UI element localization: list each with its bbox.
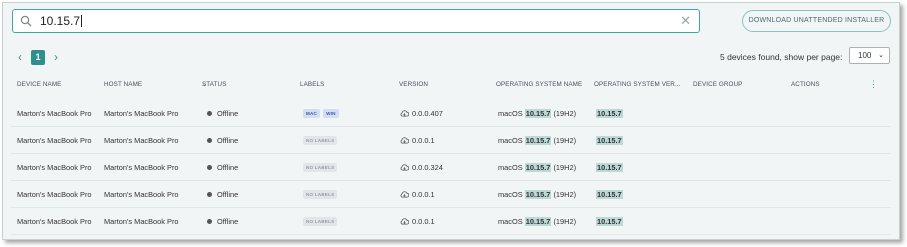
column-host-name[interactable]: HOST NAME: [104, 81, 142, 88]
table-row[interactable]: Marton's MacBook Pro Marton's MacBook Pr…: [11, 127, 891, 154]
labels-cell: NO LABELS: [303, 189, 340, 199]
text-caret: [81, 15, 83, 27]
chevron-down-icon: ⌄: [202, 81, 208, 88]
label-badge: MAC: [303, 109, 321, 118]
os-version-cell: 10.15.7: [596, 136, 623, 145]
os-name-cell: macOS 10.15.7 (19H2): [498, 217, 577, 226]
label-badge: WIN: [323, 109, 339, 118]
table-header: DEVICE NAME HOST NAME STATUS ⌄ LABELS VE…: [17, 79, 879, 90]
search-highlight: 10.15.7: [524, 136, 552, 145]
label-badge: NO LABELS: [303, 190, 338, 199]
os-name-cell: macOS 10.15.7 (19H2): [498, 136, 577, 145]
chevron-right-icon[interactable]: ›: [50, 50, 62, 64]
cloud-icon: [400, 164, 409, 171]
column-version[interactable]: VERSION: [399, 81, 428, 88]
column-os-name[interactable]: OPERATING SYSTEM NAME: [496, 81, 582, 88]
search-highlight: 10.15.7: [524, 163, 552, 172]
os-version-cell: 10.15.7: [596, 163, 623, 172]
close-icon[interactable]: ✕: [680, 13, 691, 29]
table-row[interactable]: Marton's MacBook Pro Marton's MacBook Pr…: [11, 208, 891, 235]
device-name-cell[interactable]: Marton's MacBook Pro: [17, 217, 92, 226]
search-bar[interactable]: 10.15.7 ✕: [12, 9, 700, 33]
column-device-name[interactable]: DEVICE NAME: [17, 81, 62, 88]
host-name-cell: Marton's MacBook Pro: [104, 109, 179, 118]
column-actions: ACTIONS: [791, 81, 820, 88]
search-highlight: 10.15.7: [596, 163, 623, 172]
status-cell: Offline: [207, 136, 238, 145]
column-os-version[interactable]: OPERATING SYSTEM VER...: [594, 81, 681, 88]
labels-cell: NO LABELS: [303, 216, 340, 226]
device-name-cell[interactable]: Marton's MacBook Pro: [17, 163, 92, 172]
status-cell: Offline: [207, 190, 238, 199]
label-badge: NO LABELS: [303, 136, 338, 145]
labels-cell: NO LABELS: [303, 135, 340, 145]
cloud-icon: [400, 110, 409, 117]
cloud-icon: [400, 191, 409, 198]
status-dot-icon: [207, 219, 212, 224]
status-cell: Offline: [207, 163, 238, 172]
os-name-cell: macOS 10.15.7 (19H2): [498, 109, 577, 118]
search-highlight: 10.15.7: [524, 217, 552, 226]
os-version-cell: 10.15.7: [596, 109, 623, 118]
version-cell: 0.0.0.324: [400, 163, 443, 172]
more-vertical-icon[interactable]: ⋮: [869, 79, 878, 90]
device-name-cell[interactable]: Marton's MacBook Pro: [17, 109, 92, 118]
label-badge: NO LABELS: [303, 163, 338, 172]
os-version-cell: 10.15.7: [596, 217, 623, 226]
page-1-button[interactable]: 1: [31, 49, 45, 65]
devices-panel: 10.15.7 ✕ DOWNLOAD UNATTENDED INSTALLER …: [2, 2, 900, 240]
search-highlight: 10.15.7: [524, 109, 552, 118]
host-name-cell: Marton's MacBook Pro: [104, 163, 179, 172]
os-name-cell: macOS 10.15.7 (19H2): [498, 190, 577, 199]
device-name-cell[interactable]: Marton's MacBook Pro: [17, 190, 92, 199]
device-name-cell[interactable]: Marton's MacBook Pro: [17, 136, 92, 145]
table-row[interactable]: Marton's MacBook Pro Marton's MacBook Pr…: [11, 154, 891, 181]
column-labels[interactable]: LABELS: [300, 81, 324, 88]
results-count: 5 devices found, show per page:: [720, 52, 843, 62]
version-cell: 0.0.0.1: [400, 136, 435, 145]
search-highlight: 10.15.7: [596, 136, 623, 145]
table-row[interactable]: Marton's MacBook Pro Marton's MacBook Pr…: [11, 100, 891, 127]
chevron-left-icon[interactable]: ‹: [14, 50, 26, 64]
search-icon: [20, 15, 32, 27]
chevron-down-icon: ⌄: [878, 52, 884, 59]
cloud-icon: [400, 137, 409, 144]
search-highlight: 10.15.7: [596, 109, 623, 118]
search-highlight: 10.15.7: [524, 190, 552, 199]
os-version-cell: 10.15.7: [596, 190, 623, 199]
download-unattended-installer-button[interactable]: DOWNLOAD UNATTENDED INSTALLER: [742, 10, 891, 32]
host-name-cell: Marton's MacBook Pro: [104, 217, 179, 226]
version-cell: 0.0.0.1: [400, 190, 435, 199]
status-cell: Offline: [207, 217, 238, 226]
host-name-cell: Marton's MacBook Pro: [104, 136, 179, 145]
search-highlight: 10.15.7: [596, 217, 623, 226]
labels-cell: NO LABELS: [303, 162, 340, 172]
version-cell: 0.0.0.1: [400, 217, 435, 226]
cloud-icon: [400, 218, 409, 225]
status-dot-icon: [207, 192, 212, 197]
column-device-group[interactable]: DEVICE GROUP: [693, 81, 742, 88]
search-input[interactable]: 10.15.7: [40, 14, 83, 28]
status-dot-icon: [207, 138, 212, 143]
label-badge: NO LABELS: [303, 217, 338, 226]
table-row[interactable]: Marton's MacBook Pro Marton's MacBook Pr…: [11, 181, 891, 208]
status-cell: Offline: [207, 109, 238, 118]
status-dot-icon: [207, 111, 212, 116]
per-page-value: 100: [858, 51, 872, 60]
pagination: ‹ 1 ›: [14, 49, 62, 65]
version-cell: 0.0.0.407: [400, 109, 443, 118]
per-page-select[interactable]: 100 ⌄: [849, 47, 890, 64]
search-highlight: 10.15.7: [596, 190, 623, 199]
status-dot-icon: [207, 165, 212, 170]
host-name-cell: Marton's MacBook Pro: [104, 190, 179, 199]
labels-cell: MAC WIN: [303, 108, 342, 118]
os-name-cell: macOS 10.15.7 (19H2): [498, 163, 577, 172]
